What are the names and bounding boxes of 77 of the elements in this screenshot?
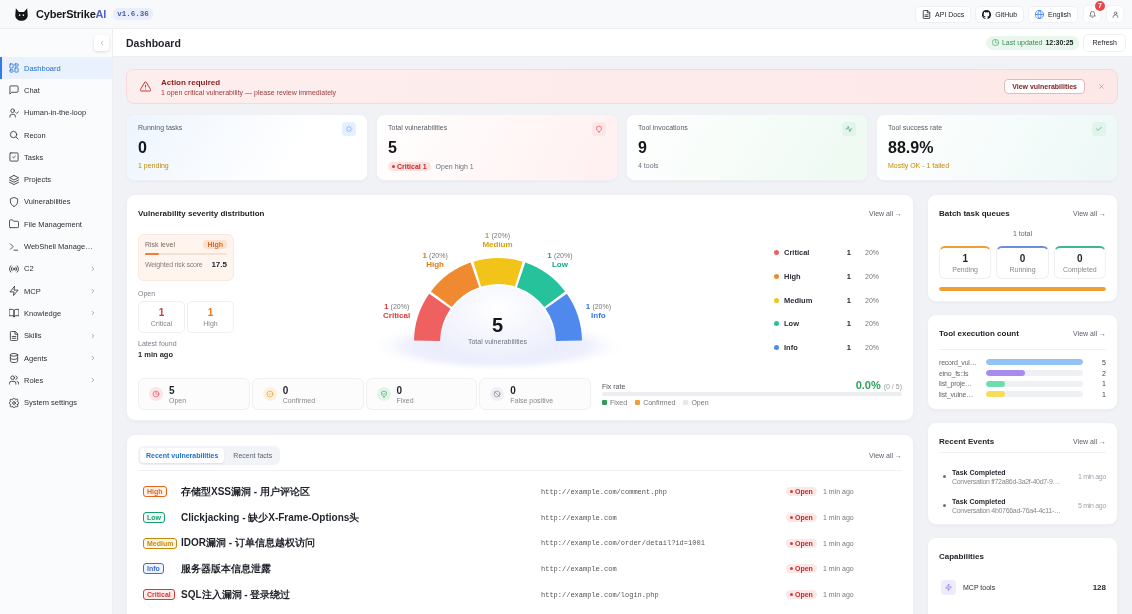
queue-count: 0 [1019, 253, 1026, 264]
layers-icon [9, 174, 19, 185]
card-title: Recent Events [939, 436, 995, 446]
card-title: Capabilities [939, 551, 984, 561]
card-title: Vulnerability severity distribution [138, 208, 265, 218]
users-icon [9, 375, 19, 386]
status-dot-icon [790, 593, 793, 597]
vulnerability-title[interactable]: SQL注入漏洞 - 登录绕过 [181, 587, 541, 602]
grid-icon [9, 63, 19, 74]
status-dot-icon [790, 541, 793, 545]
shield-icon [9, 196, 19, 207]
status-count: 0 [282, 384, 290, 396]
github-icon [982, 9, 992, 19]
status-dot-icon [790, 516, 793, 520]
queue-count: 1 [962, 253, 968, 264]
globe-icon [1035, 9, 1045, 19]
user-icon [1111, 10, 1119, 18]
app-logo-text: CyberStrikeAI [36, 8, 107, 20]
open-count: 1 [158, 307, 165, 318]
chat-bubble-icon [9, 85, 19, 96]
ban-icon [490, 387, 505, 401]
lightning-icon [941, 580, 956, 595]
lightning-icon [9, 286, 19, 297]
fix-rate-value: 0.0% [855, 379, 881, 391]
status-count: 5 [169, 384, 176, 396]
bullet-dot-icon [943, 504, 946, 507]
bell-icon [1088, 10, 1096, 18]
status-count: 0 [396, 384, 404, 396]
bullet-dot-icon [943, 475, 946, 478]
vulnerability-title[interactable]: 服务器版本信息泄露 [181, 561, 541, 576]
status-dot-icon [392, 165, 395, 168]
check-icon [1092, 122, 1106, 136]
gauge-slice [545, 293, 582, 341]
folder-icon [9, 219, 19, 230]
clock-icon [991, 39, 999, 46]
search-icon [9, 130, 19, 141]
close-icon[interactable] [1098, 83, 1105, 90]
alert-title: Action required [161, 77, 222, 87]
status-dot-icon [790, 490, 793, 494]
user-check-icon [9, 107, 19, 118]
score-value: 17.5 [211, 260, 227, 269]
checkbox-icon [9, 152, 19, 163]
clock-icon [149, 387, 163, 401]
vulnerability-title[interactable]: IDOR漏洞 - 订单信息越权访问 [181, 536, 541, 551]
document-icon [922, 9, 932, 19]
database-icon [9, 353, 19, 363]
card-title: Tool execution count [939, 328, 1019, 338]
shield-check-icon [376, 387, 391, 401]
book-icon [9, 308, 19, 319]
warning-icon [140, 81, 151, 92]
queue-count: 0 [1077, 253, 1083, 264]
chevron-left-icon [98, 40, 105, 46]
document-icon [9, 330, 19, 341]
cat-head-logo-icon [14, 6, 29, 22]
vulnerability-title[interactable]: 存储型XSS漏洞 - 用户评论区 [181, 484, 541, 499]
stat-value: 5 [388, 139, 398, 157]
page-title: Dashboard [126, 36, 182, 49]
card-title: Batch task queues [939, 208, 1010, 218]
total-count: 5 [490, 314, 505, 336]
terminal-icon [9, 241, 19, 252]
gauge-slice [413, 293, 450, 341]
user-menu-button[interactable] [1107, 6, 1123, 22]
stat-value: 9 [638, 139, 648, 157]
check-circle-icon [262, 387, 277, 401]
vulnerability-title[interactable]: Clickjacking - 缺少X-Frame-Options头 [181, 510, 541, 525]
stat-value: 88.9% [888, 139, 935, 157]
loader-icon [342, 122, 356, 136]
signal-waves-icon [9, 263, 19, 274]
stat-value: 0 [138, 139, 148, 157]
open-count: 1 [207, 307, 214, 318]
shield-icon [592, 122, 606, 136]
pulse-icon [842, 122, 856, 136]
status-dot-icon [790, 567, 793, 571]
status-count: 0 [510, 384, 517, 396]
notifications-button[interactable] [1084, 6, 1100, 22]
settings-icon [9, 397, 19, 408]
capability-count: 128 [1092, 583, 1106, 592]
